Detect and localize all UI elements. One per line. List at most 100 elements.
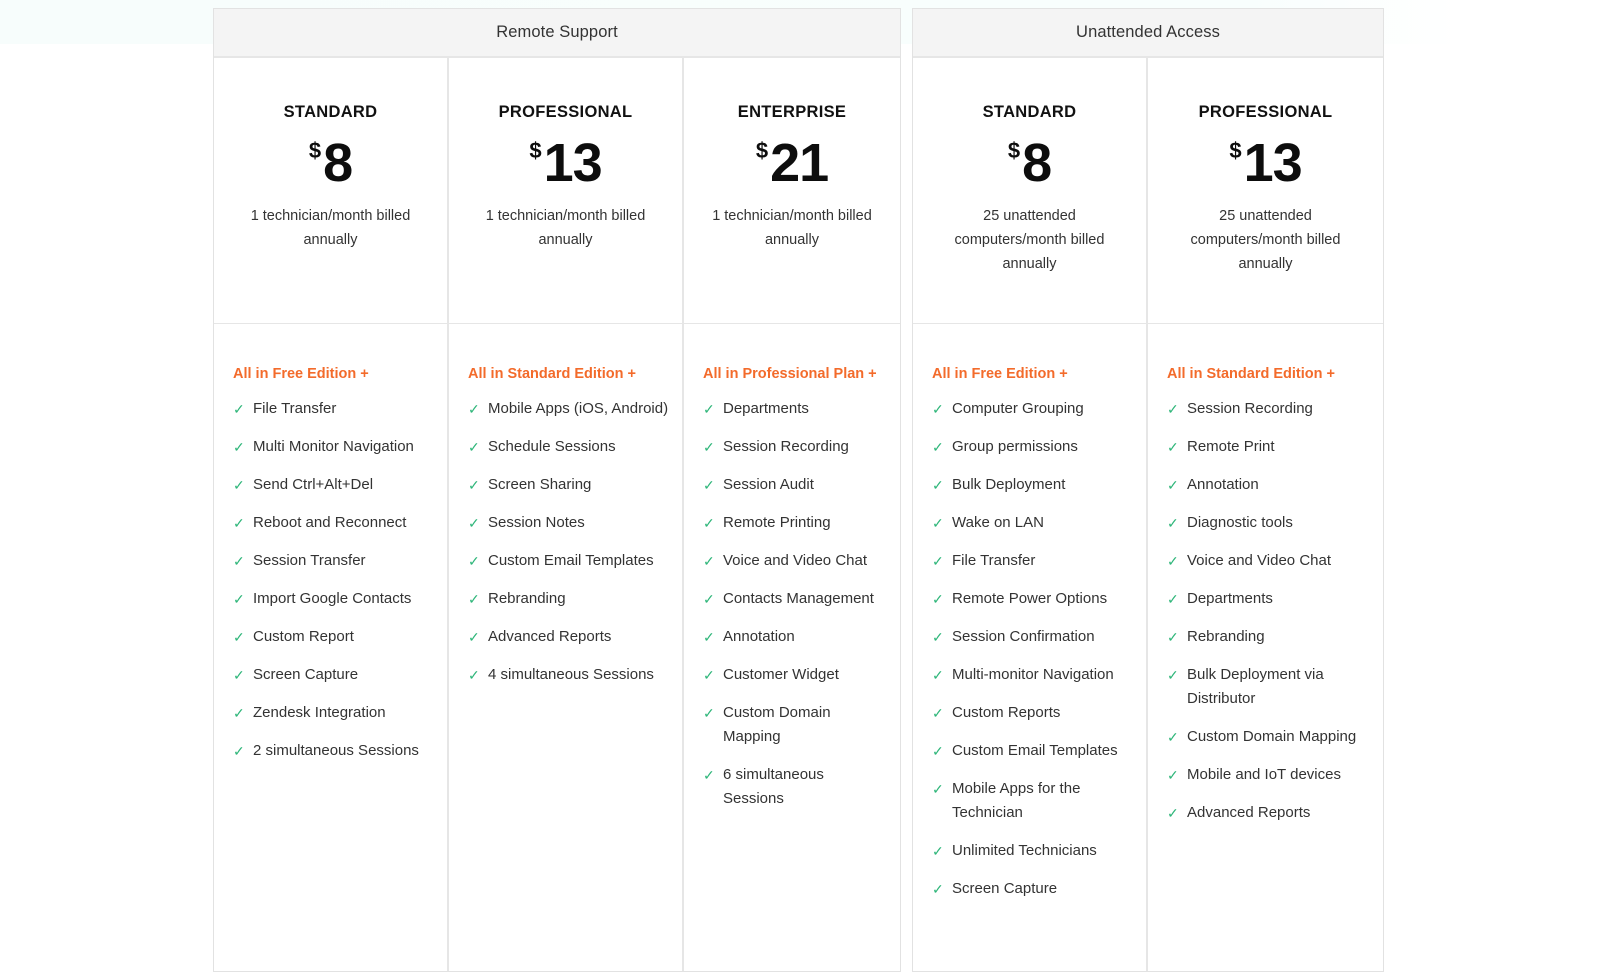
check-icon: ✓ bbox=[468, 629, 480, 645]
feature-label: Mobile Apps for the Technician bbox=[952, 780, 1081, 821]
check-icon: ✓ bbox=[233, 401, 245, 417]
check-icon: ✓ bbox=[233, 553, 245, 569]
check-icon: ✓ bbox=[468, 591, 480, 607]
plan-features: All in Free Edition + ✓ File Transfer ✓ Mul… bbox=[214, 324, 447, 763]
check-icon: ✓ bbox=[233, 515, 245, 531]
plan-name: ENTERPRISE bbox=[737, 103, 847, 121]
feature-label: 6 simultaneous Sessions bbox=[723, 766, 824, 807]
price-amount: 13 bbox=[543, 133, 603, 193]
feature-label: File Transfer bbox=[952, 552, 1036, 569]
feature-label: Rebranding bbox=[1187, 628, 1265, 645]
plan-column-professional: PROFESSIONAL $ 13 1 technician/month bil… bbox=[449, 58, 684, 971]
feature-item: ✓ Advanced Reports bbox=[468, 625, 670, 649]
feature-item: ✓ Diagnostic tools bbox=[1167, 511, 1371, 535]
feature-item: ✓ Remote Print bbox=[1167, 435, 1371, 459]
plan-price-block: PROFESSIONAL $ 13 1 technician/month bil… bbox=[449, 58, 682, 324]
price-amount: 8 bbox=[323, 133, 353, 193]
feature-label: Annotation bbox=[723, 628, 795, 645]
feature-label: Voice and Video Chat bbox=[1187, 552, 1332, 569]
check-icon: ✓ bbox=[703, 477, 715, 493]
feature-label: Wake on LAN bbox=[952, 514, 1044, 531]
check-icon: ✓ bbox=[932, 743, 944, 759]
plan-name: PROFESSIONAL bbox=[498, 103, 633, 121]
plan-name: PROFESSIONAL bbox=[1198, 103, 1333, 121]
plan-features: All in Professional Plan + ✓ Departments ✓… bbox=[684, 324, 900, 811]
feature-item: ✓ Unlimited Technicians bbox=[932, 839, 1134, 863]
feature-label: Screen Capture bbox=[253, 666, 359, 683]
price-note: 25 unattended computers/month billed ann… bbox=[1190, 208, 1341, 272]
check-icon: ✓ bbox=[703, 515, 715, 531]
feature-label: Session Recording bbox=[1187, 400, 1313, 417]
plan-column-enterprise: ENTERPRISE $ 21 1 technician/month bille… bbox=[684, 58, 900, 971]
feature-label: Unlimited Technicians bbox=[952, 842, 1097, 859]
feature-item: ✓ Group permissions bbox=[932, 435, 1134, 459]
check-icon: ✓ bbox=[1167, 439, 1179, 455]
feature-label: Multi Monitor Navigation bbox=[253, 438, 414, 455]
feature-label: Screen Sharing bbox=[488, 476, 592, 493]
check-icon: ✓ bbox=[932, 439, 944, 455]
check-icon: ✓ bbox=[932, 629, 944, 645]
feature-item: ✓ Screen Capture bbox=[932, 877, 1134, 901]
feature-label: Schedule Sessions bbox=[488, 438, 616, 455]
group-unattended-access: Unattended Access STANDARD $ 8 25 unatte… bbox=[912, 8, 1384, 972]
check-icon: ✓ bbox=[932, 553, 944, 569]
check-icon: ✓ bbox=[703, 667, 715, 683]
feature-label: Diagnostic tools bbox=[1187, 514, 1293, 531]
feature-label: Advanced Reports bbox=[488, 628, 612, 645]
currency-symbol: $ bbox=[308, 138, 322, 163]
feature-item: ✓ Custom Email Templates bbox=[468, 549, 670, 573]
feature-label: 2 simultaneous Sessions bbox=[253, 742, 419, 759]
feature-label: Rebranding bbox=[488, 590, 566, 607]
feature-label: Annotation bbox=[1187, 476, 1259, 493]
group-header-unattended-access: Unattended Access bbox=[913, 9, 1383, 58]
plan-price-block: STANDARD $ 8 25 unattended computers/mon… bbox=[913, 58, 1146, 324]
currency-symbol: $ bbox=[1229, 138, 1242, 163]
feature-item: ✓ Session Recording bbox=[1167, 397, 1371, 421]
feature-item: ✓ 2 simultaneous Sessions bbox=[233, 739, 435, 763]
feature-label: 4 simultaneous Sessions bbox=[488, 666, 654, 683]
feature-label: Bulk Deployment via Distributor bbox=[1187, 666, 1324, 707]
feature-label: Custom Email Templates bbox=[488, 552, 654, 569]
feature-label: Send Ctrl+Alt+Del bbox=[253, 476, 374, 493]
plan-name: STANDARD bbox=[283, 103, 378, 121]
feature-item: ✓ Screen Capture bbox=[233, 663, 435, 687]
feature-item: ✓ Reboot and Reconnect bbox=[233, 511, 435, 535]
features-heading: All in Standard Edition + bbox=[468, 366, 636, 382]
price-note: 1 technician/month billed annually bbox=[712, 208, 872, 248]
feature-label: Custom Domain Mapping bbox=[723, 704, 831, 745]
plan-column-standard: STANDARD $ 8 25 unattended computers/mon… bbox=[913, 58, 1148, 971]
feature-item: ✓ 6 simultaneous Sessions bbox=[703, 763, 888, 811]
plan-price-block: PROFESSIONAL $ 13 25 unattended computer… bbox=[1148, 58, 1383, 324]
feature-item: ✓ Bulk Deployment via Distributor bbox=[1167, 663, 1371, 711]
check-icon: ✓ bbox=[932, 705, 944, 721]
feature-item: ✓ Mobile Apps for the Technician bbox=[932, 777, 1134, 825]
feature-list: ✓ Computer Grouping ✓ Group permissions ✓ Bul… bbox=[932, 397, 1134, 901]
plan-price: $ 21 bbox=[684, 136, 900, 190]
plan-price-block: STANDARD $ 8 1 technician/month billed a… bbox=[214, 58, 447, 324]
feature-label: Bulk Deployment bbox=[952, 476, 1066, 493]
feature-item: ✓ Departments bbox=[703, 397, 888, 421]
check-icon: ✓ bbox=[468, 553, 480, 569]
check-icon: ✓ bbox=[1167, 667, 1179, 683]
check-icon: ✓ bbox=[233, 439, 245, 455]
feature-item: ✓ Custom Report bbox=[233, 625, 435, 649]
feature-item: ✓ Multi Monitor Navigation bbox=[233, 435, 435, 459]
feature-label: Zendesk Integration bbox=[253, 704, 386, 721]
feature-label: Session Transfer bbox=[253, 552, 366, 569]
check-icon: ✓ bbox=[233, 743, 245, 759]
feature-label: Session Recording bbox=[723, 438, 849, 455]
check-icon: ✓ bbox=[703, 705, 715, 721]
feature-item: ✓ File Transfer bbox=[233, 397, 435, 421]
feature-label: Advanced Reports bbox=[1187, 804, 1311, 821]
feature-label: Multi-monitor Navigation bbox=[952, 666, 1114, 683]
price-note: 25 unattended computers/month billed ann… bbox=[954, 208, 1105, 272]
feature-item: ✓ Mobile and IoT devices bbox=[1167, 763, 1371, 787]
feature-item: ✓ Send Ctrl+Alt+Del bbox=[233, 473, 435, 497]
group-header-remote-support: Remote Support bbox=[214, 9, 900, 58]
feature-label: Departments bbox=[723, 400, 809, 417]
feature-item: ✓ Custom Reports bbox=[932, 701, 1134, 725]
feature-label: Custom Report bbox=[253, 628, 354, 645]
currency-symbol: $ bbox=[1007, 138, 1021, 163]
check-icon: ✓ bbox=[468, 401, 480, 417]
check-icon: ✓ bbox=[703, 553, 715, 569]
